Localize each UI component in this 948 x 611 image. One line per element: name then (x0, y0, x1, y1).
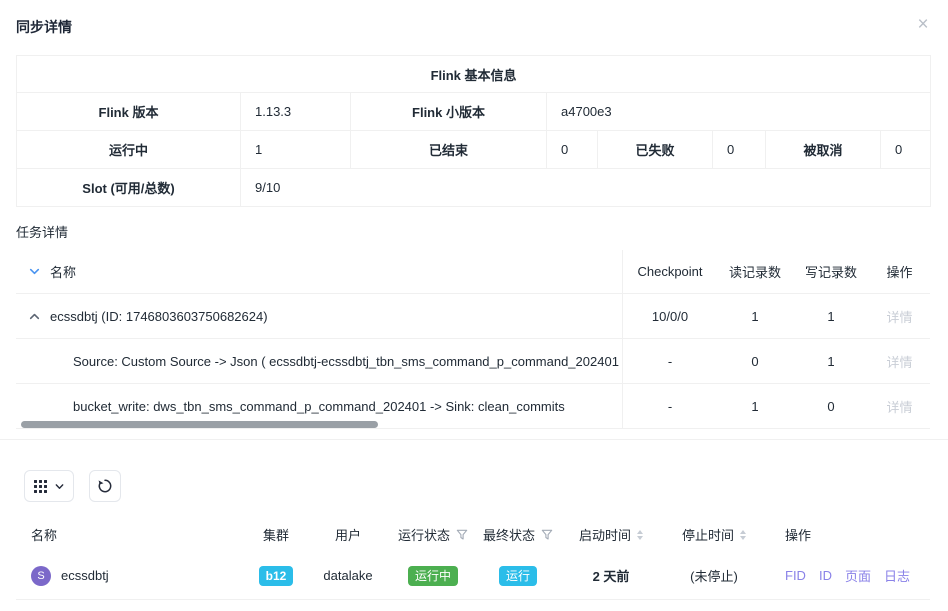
slot-value: 9/10 (241, 169, 931, 207)
flink-version-value: 1.13.3 (241, 93, 351, 131)
section-divider (0, 439, 948, 440)
task-col-actions: 操作 (869, 262, 930, 281)
task-row-write: 1 (793, 354, 869, 369)
task-row-source: Source: Custom Source -> Json ( ecssdbtj… (16, 339, 930, 384)
collapse-row-chevron-up-icon[interactable] (28, 310, 41, 323)
jobs-col-run-status-label: 运行状态 (398, 525, 450, 544)
close-icon[interactable]: × (912, 14, 934, 36)
task-col-read-records: 读记录数 (717, 262, 793, 281)
jobs-toolbar (24, 470, 948, 502)
task-row-read: 0 (717, 354, 793, 369)
task-details-table: 名称 Checkpoint 读记录数 写记录数 操作 ecssdbtj (ID:… (16, 250, 930, 429)
job-name: ecssdbtj (61, 568, 109, 583)
chevron-down-icon (54, 481, 65, 492)
running-value: 1 (241, 131, 351, 169)
column-settings-button[interactable] (24, 470, 74, 502)
job-stop-time: (未停止) (658, 566, 770, 585)
running-label: 运行中 (17, 131, 241, 169)
task-row-detail-link[interactable]: 详情 (886, 400, 912, 415)
flink-minor-version-label: Flink 小版本 (351, 93, 547, 131)
flink-minor-version-value: a4700e3 (547, 93, 931, 131)
refresh-button[interactable] (89, 470, 121, 502)
failed-label: 已失败 (598, 131, 713, 169)
run-status-badge: 运行中 (408, 566, 458, 586)
flink-version-label: Flink 版本 (17, 93, 241, 131)
task-row-detail-link[interactable]: 详情 (886, 355, 912, 370)
job-start-time: 2 天前 (564, 566, 658, 585)
jobs-col-user: 用户 (302, 525, 394, 544)
finished-label: 已结束 (351, 131, 547, 169)
jobs-col-name: 名称 (16, 525, 250, 544)
flink-info-title: Flink 基本信息 (17, 56, 931, 93)
sort-carets-icon[interactable] (740, 530, 746, 540)
failed-value: 0 (713, 131, 766, 169)
task-row-parent: ecssdbtj (ID: 1746803603750682624) 10/0/… (16, 294, 930, 339)
filter-funnel-icon[interactable] (541, 529, 553, 541)
finished-value: 0 (547, 131, 598, 169)
task-row-name: ecssdbtj (ID: 1746803603750682624) (50, 309, 268, 324)
refresh-icon (97, 478, 113, 494)
fid-link[interactable]: FID (785, 568, 806, 583)
task-row-detail-link[interactable]: 详情 (886, 310, 912, 325)
task-row-name: bucket_write: dws_tbn_sms_command_p_comm… (73, 399, 565, 414)
task-table-header-row: 名称 Checkpoint 读记录数 写记录数 操作 (16, 250, 930, 294)
horizontal-scrollbar[interactable] (21, 421, 378, 428)
log-link[interactable]: 日志 (884, 566, 910, 585)
task-row-write: 0 (793, 399, 869, 414)
flink-info-table: Flink 基本信息 Flink 版本 1.13.3 Flink 小版本 a47… (16, 55, 931, 207)
job-user: datalake (302, 568, 394, 583)
jobs-col-stop-time: 停止时间 (658, 525, 770, 544)
jobs-col-stop-time-label: 停止时间 (682, 525, 734, 544)
jobs-col-start-time: 启动时间 (564, 525, 658, 544)
task-row-checkpoint: 10/0/0 (623, 309, 717, 324)
task-col-name: 名称 (50, 262, 76, 281)
filter-funnel-icon[interactable] (456, 529, 468, 541)
jobs-col-final-status-label: 最终状态 (483, 525, 535, 544)
task-row-checkpoint: - (623, 354, 717, 369)
final-status-badge: 运行 (499, 566, 537, 586)
slot-label: Slot (可用/总数) (17, 169, 241, 207)
page-link[interactable]: 页面 (845, 566, 871, 585)
task-row-name: Source: Custom Source -> Json ( ecssdbtj… (73, 354, 622, 369)
avatar: S (31, 566, 51, 586)
grid-icon (34, 480, 47, 493)
canceled-label: 被取消 (766, 131, 881, 169)
page-title: 同步详情 (16, 19, 72, 35)
cluster-badge: b12 (259, 566, 294, 586)
jobs-col-cluster: 集群 (250, 525, 302, 544)
jobs-col-start-time-label: 启动时间 (579, 525, 631, 544)
canceled-value: 0 (881, 131, 931, 169)
jobs-col-final-status: 最终状态 (472, 525, 564, 544)
task-row-read: 1 (717, 399, 793, 414)
task-row-read: 1 (717, 309, 793, 324)
jobs-col-actions: 操作 (770, 525, 930, 544)
task-row-write: 1 (793, 309, 869, 324)
task-col-checkpoint: Checkpoint (623, 264, 717, 279)
drawer-header: 同步详情 × (0, 0, 948, 55)
jobs-table: 名称 集群 用户 运行状态 最终状态 启动时间 停止时间 操作 S ecssdb… (16, 517, 930, 600)
jobs-col-run-status: 运行状态 (394, 525, 472, 544)
id-link[interactable]: ID (819, 568, 832, 583)
task-col-write-records: 写记录数 (793, 262, 869, 281)
jobs-table-row: S ecssdbtj b12 datalake 运行中 运行 2 天前 (未停止… (16, 552, 930, 600)
jobs-table-header-row: 名称 集群 用户 运行状态 最终状态 启动时间 停止时间 操作 (16, 517, 930, 552)
task-details-section-title: 任务详情 (16, 222, 932, 240)
expand-all-chevron-down-icon[interactable] (28, 265, 41, 278)
sort-carets-icon[interactable] (637, 530, 643, 540)
task-row-checkpoint: - (623, 399, 717, 414)
